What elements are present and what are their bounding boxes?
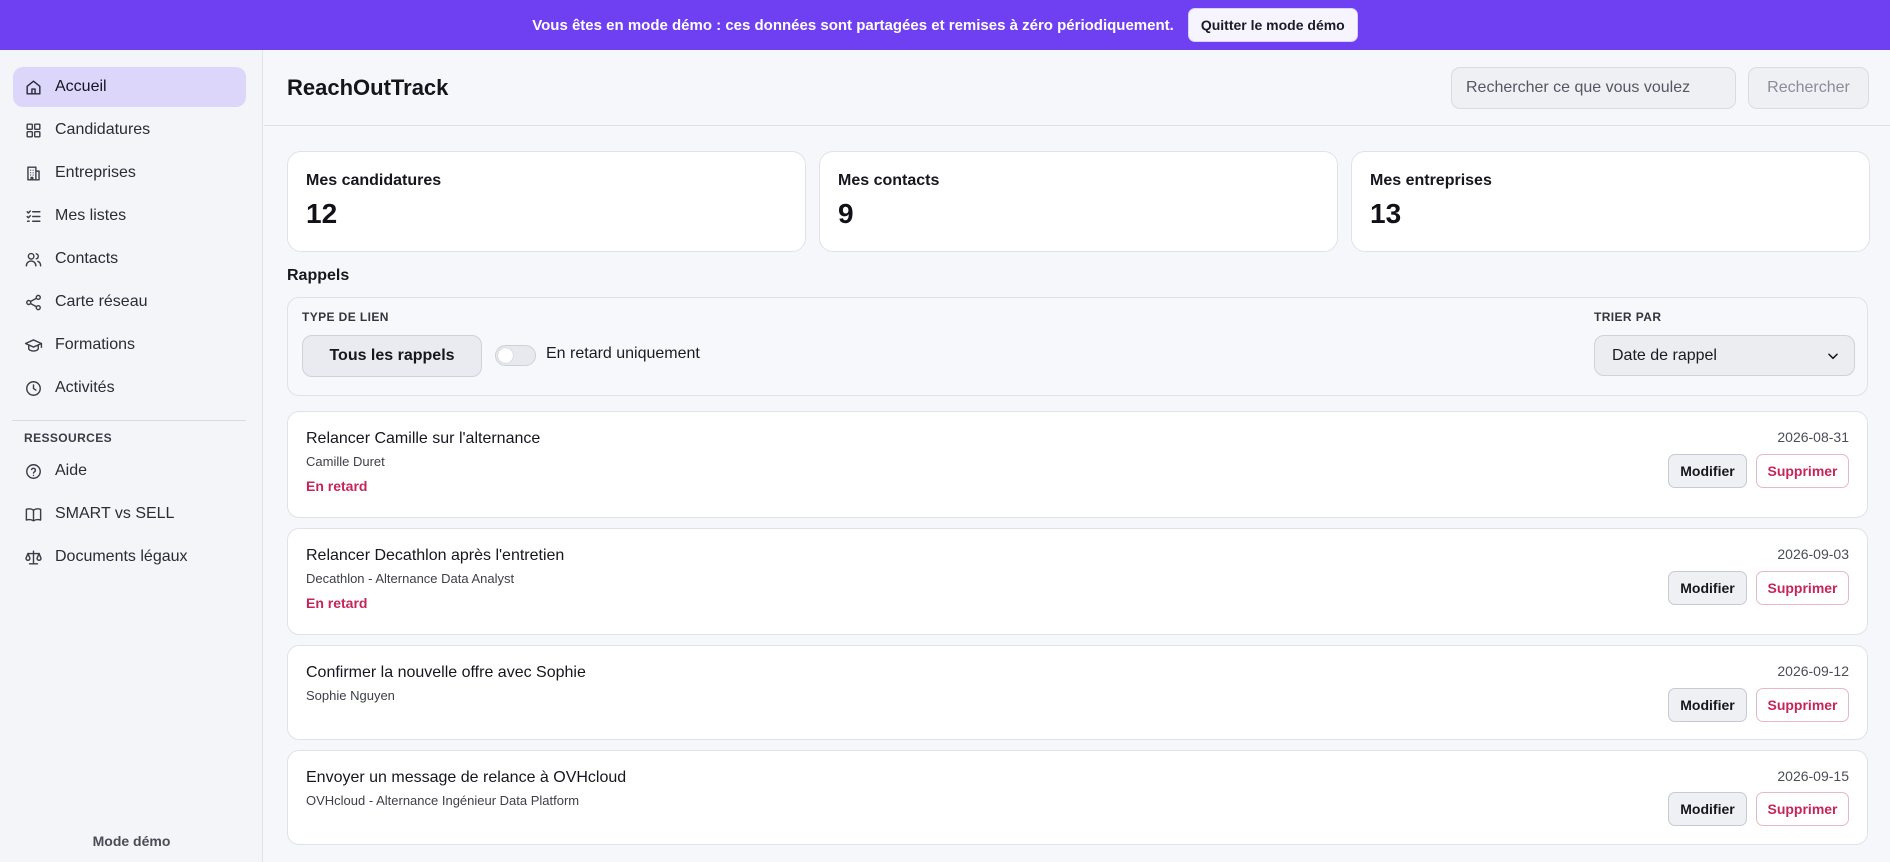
share-icon (26, 294, 41, 310)
checklist-icon (26, 209, 41, 222)
reminder-title: Relancer Camille sur l'alternance (306, 430, 541, 447)
stat-value: 9 (838, 198, 854, 229)
stat-value: 12 (306, 198, 338, 229)
search-button[interactable]: Rechercher (1748, 67, 1869, 109)
reminder-status: En retard (306, 478, 368, 494)
sidebar-item-label: Accueil (55, 78, 107, 95)
sort-select-value: Date de rappel (1612, 346, 1717, 364)
delete-button[interactable]: Supprimer (1756, 792, 1849, 826)
resources-title: RESSOURCES (24, 431, 113, 445)
sort-label: TRIER PAR (1594, 310, 1662, 324)
sidebar-item-candidatures[interactable]: Candidatures (13, 110, 246, 150)
reminder-title: Envoyer un message de relance à OVHcloud (306, 769, 627, 786)
sidebar-item-label: Candidatures (55, 121, 151, 138)
sidebar-item-smart-vs-sell[interactable]: SMART vs SELL (13, 494, 246, 534)
reminder-card: Relancer Decathlon après l'entretien Dec… (287, 528, 1868, 635)
stat-label: Mes entreprises (1370, 172, 1492, 189)
delete-button[interactable]: Supprimer (1756, 571, 1849, 605)
reminder-subtitle: Decathlon - Alternance Data Analyst (306, 571, 515, 586)
sidebar-item-documents-legaux[interactable]: Documents légaux (13, 537, 246, 577)
toggle-knob (498, 348, 513, 363)
reminder-card: Envoyer un message de relance à OVHcloud… (287, 750, 1868, 845)
reminder-subtitle: Camille Duret (306, 454, 385, 469)
reminder-date: 2026-09-03 (1777, 546, 1849, 562)
overdue-toggle[interactable] (495, 345, 536, 366)
sidebar-item-label: Documents légaux (55, 548, 188, 565)
scale-icon (25, 549, 42, 565)
sidebar-item-entreprises[interactable]: Entreprises (13, 153, 246, 193)
sort-select[interactable]: Date de rappel (1594, 335, 1855, 376)
reminders-filter-panel: TYPE DE LIEN Tous les rappels En retard … (287, 297, 1868, 396)
edit-button[interactable]: Modifier (1668, 792, 1747, 826)
edit-button[interactable]: Modifier (1668, 688, 1747, 722)
users-icon (25, 252, 42, 267)
sidebar-item-contacts[interactable]: Contacts (13, 239, 246, 279)
quit-demo-button[interactable]: Quitter le mode démo (1187, 8, 1358, 42)
top-header: ReachOutTrack Rechercher (264, 50, 1890, 126)
sidebar-nav: Accueil Candidatures Entreprises Mes lis… (13, 67, 246, 411)
delete-button[interactable]: Supprimer (1756, 688, 1849, 722)
stat-card-entreprises[interactable]: Mes entreprises 13 (1351, 151, 1870, 252)
sidebar-item-label: Aide (55, 462, 88, 479)
sidebar-item-label: Contacts (55, 250, 119, 267)
demo-banner-text: Vous êtes en mode démo : ces données son… (532, 16, 1174, 34)
link-type-label: TYPE DE LIEN (302, 310, 389, 324)
stat-card-contacts[interactable]: Mes contacts 9 (819, 151, 1338, 252)
edit-button[interactable]: Modifier (1668, 571, 1747, 605)
reminder-card: Relancer Camille sur l'alternance Camill… (287, 411, 1868, 518)
stat-card-candidatures[interactable]: Mes candidatures 12 (287, 151, 806, 252)
stat-value: 13 (1370, 198, 1402, 229)
sidebar: Accueil Candidatures Entreprises Mes lis… (0, 50, 263, 862)
resources-nav: Aide SMART vs SELL Documents légaux (13, 451, 246, 580)
delete-button[interactable]: Supprimer (1756, 454, 1849, 488)
reminder-card: Confirmer la nouvelle offre avec Sophie … (287, 645, 1868, 740)
sidebar-item-aide[interactable]: Aide (13, 451, 246, 491)
demo-banner: Vous êtes en mode démo : ces données son… (0, 0, 1890, 50)
chevron-down-icon (1828, 352, 1838, 359)
reminder-title: Confirmer la nouvelle offre avec Sophie (306, 664, 586, 681)
search-input[interactable] (1451, 67, 1736, 109)
sidebar-divider (12, 420, 246, 421)
sidebar-item-label: SMART vs SELL (55, 505, 175, 522)
reminder-subtitle: Sophie Nguyen (306, 688, 395, 703)
help-icon (26, 463, 41, 479)
sidebar-item-label: Carte réseau (55, 293, 148, 310)
book-icon (25, 507, 42, 522)
overdue-toggle-label: En retard uniquement (546, 345, 700, 362)
stat-label: Mes candidatures (306, 172, 442, 189)
stat-label: Mes contacts (838, 172, 940, 189)
sidebar-item-accueil[interactable]: Accueil (13, 67, 246, 107)
demo-mode-label: Mode démo (92, 833, 171, 849)
sidebar-item-label: Formations (55, 336, 136, 353)
reminder-date: 2026-08-31 (1777, 429, 1849, 445)
reminder-status: En retard (306, 595, 368, 611)
sidebar-item-formations[interactable]: Formations (13, 325, 246, 365)
reminder-date: 2026-09-15 (1777, 768, 1849, 784)
edit-button[interactable]: Modifier (1668, 454, 1747, 488)
sidebar-item-label: Activités (55, 379, 115, 396)
sidebar-item-label: Entreprises (55, 164, 136, 181)
home-icon (26, 79, 41, 95)
clock-icon (26, 380, 41, 396)
reminder-date: 2026-09-12 (1777, 663, 1849, 679)
app-title: ReachOutTrack (287, 75, 449, 100)
building-icon (27, 165, 40, 181)
reminder-title: Relancer Decathlon après l'entretien (306, 547, 565, 564)
reminders-title: Rappels (287, 267, 350, 284)
grid-icon (26, 122, 41, 138)
sidebar-item-label: Mes listes (55, 207, 127, 224)
reminder-subtitle: OVHcloud - Alternance Ingénieur Data Pla… (306, 793, 580, 808)
link-type-button[interactable]: Tous les rappels (302, 335, 482, 377)
sidebar-item-activites[interactable]: Activités (13, 368, 246, 408)
sidebar-item-mes-listes[interactable]: Mes listes (13, 196, 246, 236)
graduation-cap-icon (24, 338, 43, 352)
sidebar-item-carte-reseau[interactable]: Carte réseau (13, 282, 246, 322)
